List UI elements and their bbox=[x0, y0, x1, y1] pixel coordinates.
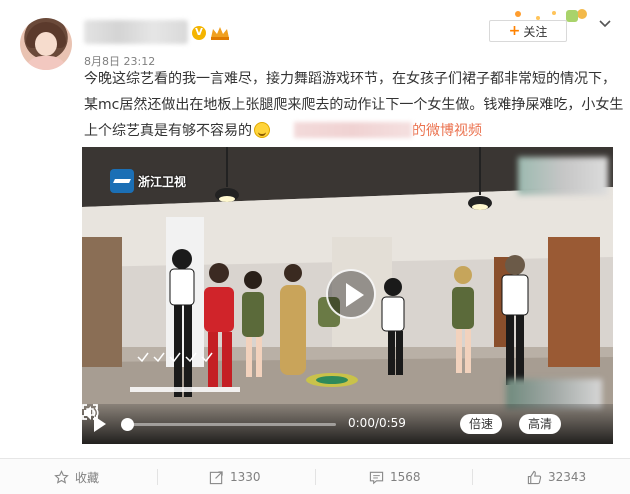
progress-bar[interactable] bbox=[121, 418, 336, 431]
plus-icon: + bbox=[508, 23, 521, 39]
quality-button[interactable]: 高清 bbox=[519, 414, 562, 434]
crown-icon bbox=[211, 27, 229, 40]
author-link-blurred[interactable] bbox=[294, 122, 412, 138]
repost-icon bbox=[209, 470, 223, 484]
thumbs-up-icon bbox=[527, 470, 542, 484]
avatar[interactable] bbox=[20, 18, 72, 70]
favorite-button[interactable]: 收藏 bbox=[54, 459, 99, 494]
comment-button[interactable]: 1568 bbox=[369, 459, 421, 494]
volume-icon[interactable] bbox=[82, 404, 100, 422]
channel-logo-icon bbox=[110, 169, 134, 193]
grin-emoji-icon bbox=[254, 122, 270, 138]
favorite-label: 收藏 bbox=[75, 470, 100, 485]
repost-button[interactable]: 1330 bbox=[209, 459, 261, 494]
speed-button[interactable]: 倍速 bbox=[460, 414, 503, 434]
like-button[interactable]: 32343 bbox=[527, 459, 586, 494]
divider bbox=[472, 469, 473, 485]
video-time: 0:00/0:59 bbox=[348, 416, 406, 430]
channel-logo-text: 浙江卫视 bbox=[138, 174, 187, 189]
divider bbox=[157, 469, 158, 485]
video-link[interactable]: 的微博视频 bbox=[412, 123, 482, 139]
follow-button[interactable]: + 关注 bbox=[489, 20, 567, 42]
play-button-large[interactable] bbox=[326, 269, 376, 319]
follow-label: 关注 bbox=[523, 24, 548, 39]
comment-icon bbox=[369, 471, 384, 484]
divider bbox=[315, 469, 316, 485]
post-text: 今晚这综艺看的我一言难尽，接力舞蹈游戏环节，在女孩子们裙子都非常短的情况下，某m… bbox=[84, 66, 624, 144]
username-blurred[interactable] bbox=[84, 20, 188, 44]
video-player[interactable]: 浙江卫视 0:00/0:59 倍速 高清 bbox=[82, 147, 613, 444]
video-controls: 0:00/0:59 倍速 高清 bbox=[82, 404, 613, 444]
repost-count: 1330 bbox=[230, 470, 261, 484]
watermark-blurred bbox=[518, 157, 608, 195]
progress-knob[interactable] bbox=[121, 418, 134, 431]
action-bar: 收藏 1330 1568 32343 bbox=[0, 458, 630, 494]
verified-badge-icon: V bbox=[192, 26, 206, 40]
comment-count: 1568 bbox=[390, 470, 421, 484]
chevron-down-icon[interactable] bbox=[598, 17, 612, 31]
star-icon bbox=[54, 469, 69, 484]
channel-logo: 浙江卫视 bbox=[110, 169, 186, 193]
like-count: 32343 bbox=[548, 470, 587, 484]
weibo-post-card: V 8月8日 23:12 + 关注 今晚这综艺看的我一言难尽，接力舞蹈游戏环节，… bbox=[0, 0, 630, 494]
